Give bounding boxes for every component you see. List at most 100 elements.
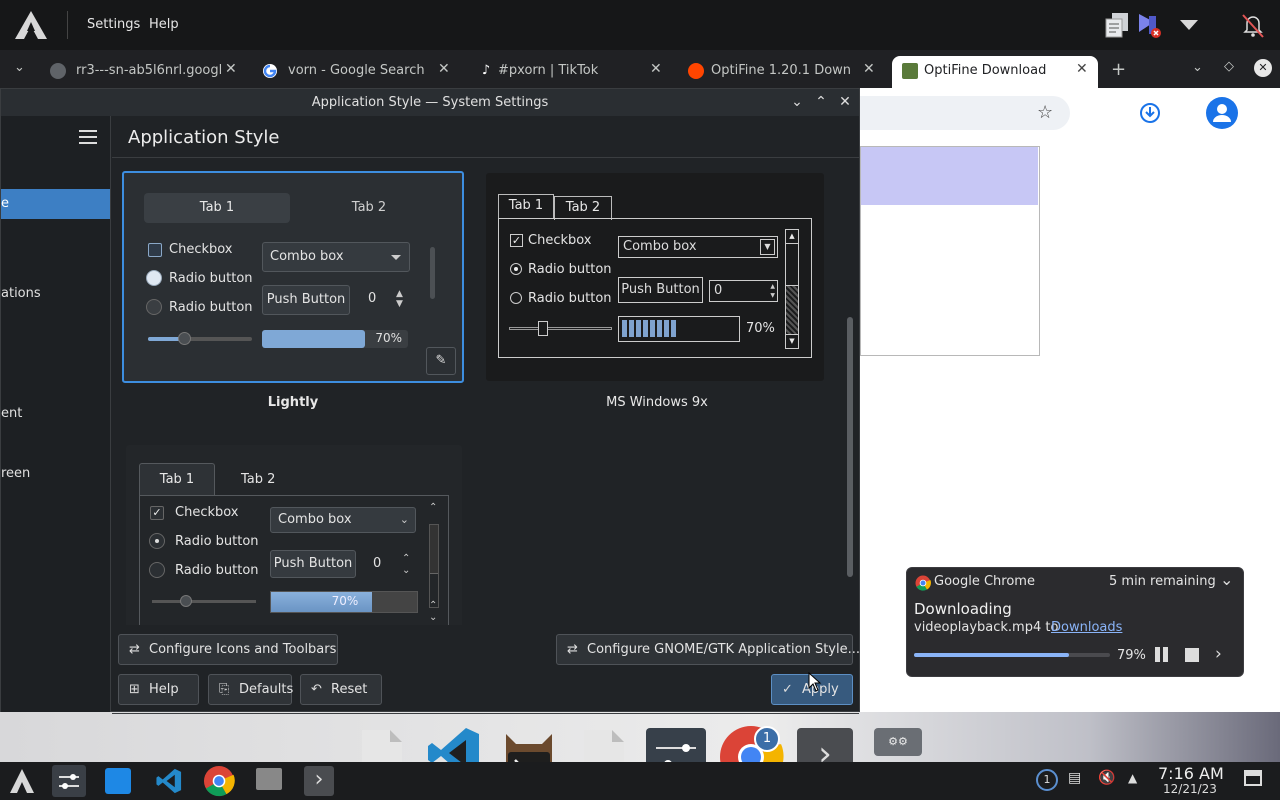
combo-value: Combo box <box>270 249 344 264</box>
browser-tab[interactable]: vorn - Google Search ✕ <box>252 56 462 88</box>
notifications-muted-icon[interactable] <box>1238 10 1268 40</box>
menu-settings[interactable]: Settings <box>87 17 140 32</box>
help-button[interactable]: ⊞ Help <box>118 674 199 705</box>
bookmark-star-icon[interactable]: ☆ <box>1037 102 1053 123</box>
preview-checkbox[interactable]: ✓ <box>510 234 523 247</box>
store-icon[interactable] <box>105 768 131 794</box>
sidebar-item-screen[interactable]: reen <box>1 459 110 489</box>
preview-radio[interactable] <box>510 263 522 275</box>
arch-launcher-icon[interactable] <box>8 767 36 795</box>
arch-logo-icon[interactable] <box>14 10 48 40</box>
preview-slider[interactable] <box>148 332 252 345</box>
preview-radio[interactable] <box>510 292 522 304</box>
pause-icon[interactable] <box>1154 647 1170 663</box>
show-desktop-icon[interactable] <box>1244 770 1262 786</box>
hamburger-menu-icon[interactable] <box>79 130 97 144</box>
chevron-right-icon[interactable]: › <box>1215 644 1222 664</box>
preview-radio[interactable] <box>149 562 165 578</box>
minimize-icon[interactable]: ◇ <box>1224 59 1234 74</box>
style-preview-third[interactable]: Tab 1 Tab 2 ✓ Checkbox Radio button Radi… <box>126 445 462 625</box>
preview-push-button[interactable]: Push Button <box>618 277 703 303</box>
profile-avatar[interactable] <box>1206 97 1238 129</box>
preview-tab-2[interactable]: Tab 2 <box>294 193 444 223</box>
spin-arrows-icon[interactable]: ⌃ ⌄ <box>402 553 410 577</box>
minimize-window-icon[interactable]: ⌄ <box>787 92 807 112</box>
spinbox-value[interactable]: 0 <box>373 556 381 571</box>
download-notification[interactable]: Google Chrome 5 min remaining ⌄ Download… <box>906 567 1244 677</box>
preview-spinbox[interactable]: 0 ▲ ▼ <box>709 280 778 302</box>
close-window-icon[interactable]: ✕ <box>1254 59 1272 77</box>
tab-search-icon[interactable]: ⌄ <box>1192 60 1203 75</box>
close-tab-icon[interactable]: ✕ <box>1076 61 1088 77</box>
style-preview-windows9x[interactable]: Tab 1 Tab 2 ✓ Checkbox Radio button Radi… <box>486 173 824 381</box>
clock-time[interactable]: 7:16 AM <box>1158 764 1224 783</box>
chevron-right-taskbar-icon[interactable]: › <box>304 766 334 796</box>
tray-clipboard-icon[interactable]: ▤ <box>1068 770 1081 786</box>
preview-combo-box[interactable]: Combo box ▼ <box>618 236 778 258</box>
preview-slider[interactable] <box>152 595 256 607</box>
defaults-button[interactable]: ⎘ Defaults <box>208 674 293 705</box>
preview-push-button[interactable]: Push Button <box>270 550 356 578</box>
clipboard-icon[interactable] <box>1102 10 1132 40</box>
preview-checkbox[interactable]: ✓ <box>150 506 164 520</box>
tray-updates-badge[interactable]: 1 <box>1036 769 1058 791</box>
preview-combo-box[interactable]: Combo box <box>262 242 410 272</box>
browser-tab[interactable]: rr3---sn-ab5l6nrl.googl ✕ <box>40 56 245 88</box>
tab-title: vorn - Google Search <box>288 63 425 78</box>
taskbar-settings[interactable] <box>52 765 86 797</box>
close-tab-icon[interactable]: ✕ <box>650 61 662 77</box>
download-icon[interactable] <box>1139 102 1161 124</box>
preview-push-button[interactable]: Push Button <box>262 285 350 315</box>
tray-volume-muted-icon[interactable]: 🔇 <box>1098 770 1115 786</box>
sidebar-item-notifications[interactable]: ations <box>1 279 110 309</box>
tab-scroll-left-icon[interactable]: ⌄ <box>14 60 25 75</box>
dropdown-arrow-icon[interactable] <box>1174 10 1204 40</box>
preview-combo-box[interactable]: Combo box ⌄ <box>270 507 416 533</box>
preview-scrollbar[interactable]: ▲ ▼ <box>785 229 799 349</box>
browser-tab-active[interactable]: OptiFine Download ✕ <box>892 56 1098 88</box>
minecraft-launcher-icon[interactable] <box>256 768 282 790</box>
teams-icon[interactable] <box>1136 10 1166 40</box>
close-tab-icon[interactable]: ✕ <box>438 61 450 77</box>
content-scrollbar[interactable] <box>847 317 853 577</box>
preview-tab-2[interactable]: Tab 2 <box>554 196 612 220</box>
chrome-taskbar-icon[interactable] <box>203 765 235 797</box>
preview-tab-1[interactable]: Tab 1 <box>144 193 290 223</box>
preview-scrollbar[interactable]: ⌃ ⌃ ⌄ <box>427 502 441 625</box>
edit-style-icon[interactable]: ✎ <box>426 347 456 375</box>
preview-radio[interactable] <box>149 533 165 549</box>
game-controller-icon[interactable]: ⚙⚙ <box>874 728 922 756</box>
clock-date[interactable]: 12/21/23 <box>1163 782 1217 796</box>
downloads-folder-link[interactable]: Downloads <box>1051 620 1122 635</box>
maximize-window-icon[interactable]: ⌃ <box>811 92 831 112</box>
browser-tab[interactable]: OptiFine 1.20.1 Downlo ✕ <box>678 56 883 88</box>
preview-scrollbar[interactable] <box>430 247 435 299</box>
preview-radio[interactable] <box>146 299 162 315</box>
close-tab-icon[interactable]: ✕ <box>863 61 875 77</box>
tray-expand-icon[interactable]: ▲ <box>1128 771 1137 785</box>
collapse-icon[interactable]: ⌄ <box>1220 570 1233 589</box>
preview-slider[interactable] <box>509 321 612 336</box>
spinbox-value[interactable]: 0 <box>368 291 376 306</box>
sidebar-item-management[interactable]: ent <box>1 399 110 429</box>
configure-gtk-style-button[interactable]: ⇄ Configure GNOME/GTK Application Style..… <box>556 634 860 665</box>
close-window-icon[interactable]: ✕ <box>835 92 855 112</box>
style-preview-lightly[interactable]: Tab 1 Tab 2 Checkbox Radio button Radio … <box>122 171 464 383</box>
reset-button[interactable]: ↶ Reset <box>300 674 382 705</box>
menu-help[interactable]: Help <box>149 17 179 32</box>
preview-radio[interactable] <box>146 270 162 286</box>
sidebar-item-application-style[interactable]: e <box>1 189 110 219</box>
preview-checkbox[interactable] <box>148 243 162 257</box>
style-preview-grid: Tab 1 Tab 2 Checkbox Radio button Radio … <box>112 159 840 625</box>
close-tab-icon[interactable]: ✕ <box>225 61 237 77</box>
preview-tab-1[interactable]: Tab 1 <box>498 194 554 219</box>
configure-icons-toolbars-button[interactable]: ⇄ Configure Icons and Toolbars <box>118 634 338 665</box>
new-tab-button[interactable]: + <box>1111 59 1126 80</box>
vscode-taskbar-icon[interactable] <box>155 767 183 795</box>
browser-tab[interactable]: ♪ #pxorn | TikTok ✕ <box>468 56 678 88</box>
spin-arrows-icon[interactable]: ▲ ▼ <box>396 289 403 309</box>
style-name-lightly: Lightly <box>267 395 319 410</box>
preview-tab-2[interactable]: Tab 2 <box>241 472 275 487</box>
stop-icon[interactable] <box>1185 648 1199 662</box>
preview-tab-1[interactable]: Tab 1 <box>139 463 215 496</box>
